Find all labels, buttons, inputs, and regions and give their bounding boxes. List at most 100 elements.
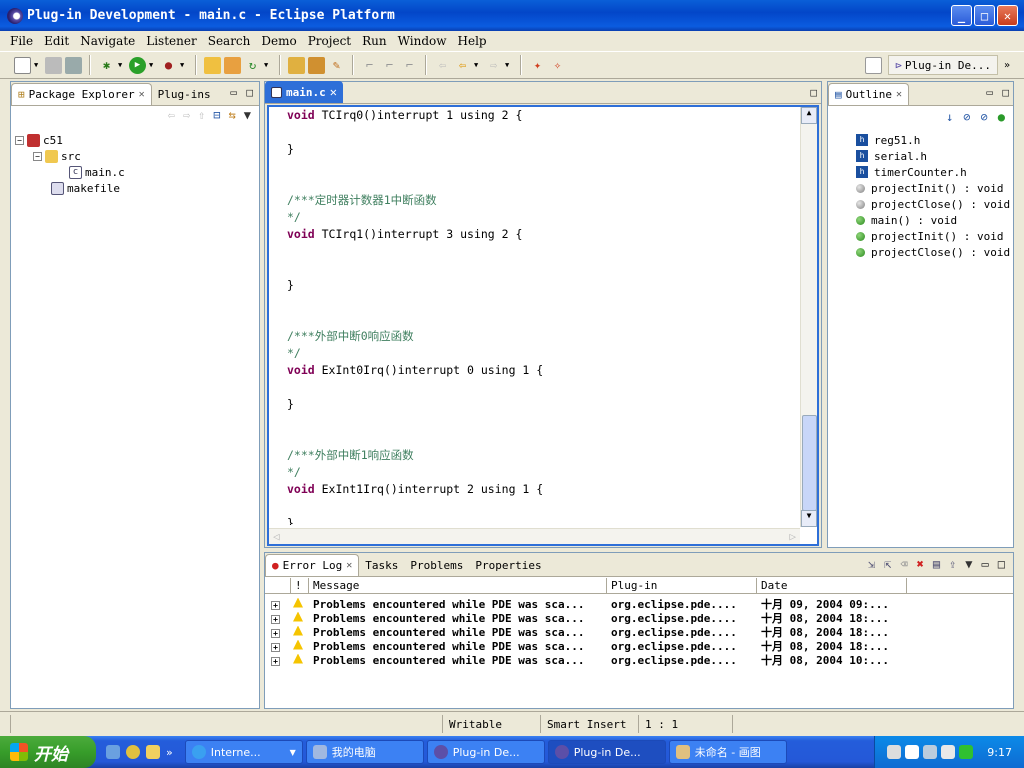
menu-search[interactable]: Search (203, 34, 257, 48)
external-tools-icon[interactable]: ● (160, 57, 177, 74)
outline-item[interactable]: projectInit() : void (856, 228, 1012, 244)
maximize-view-icon[interactable]: □ (1002, 86, 1009, 99)
antivirus-icon[interactable] (959, 745, 974, 759)
clear-log-icon[interactable]: ⌫ (900, 557, 907, 571)
menu-help[interactable]: Help (453, 34, 493, 48)
chevron-more-icon[interactable]: » (166, 746, 173, 759)
code-editor[interactable]: void TCIrq0()interrupt 1 using 2 {} /***定… (267, 105, 819, 546)
menu-listener[interactable]: Listener (141, 34, 202, 48)
outline-item[interactable]: projectClose() : void (856, 244, 1012, 260)
minimize-view-icon[interactable]: ▭ (982, 557, 989, 571)
open-type-icon[interactable] (288, 56, 305, 74)
tree-item-c51[interactable]: − c51 (15, 132, 255, 148)
tab-error-log[interactable]: ● Error Log ✕ (265, 554, 360, 576)
hide-nonpublic-icon[interactable]: ● (998, 110, 1005, 124)
scroll-left-icon[interactable]: ◁ (273, 530, 280, 543)
outline-item[interactable]: h serial.h (856, 148, 1012, 164)
dropdown-arrow-icon[interactable]: ▼ (264, 61, 272, 69)
delete-log-icon[interactable]: ✖ (917, 557, 924, 571)
tree-item-main-c[interactable]: c main.c (15, 164, 255, 180)
new-class-icon[interactable] (224, 56, 241, 74)
run-icon[interactable]: ▶ (129, 56, 146, 74)
new-plugin-project-icon[interactable] (204, 56, 221, 74)
outline-item[interactable]: main() : void (856, 212, 1012, 228)
dropdown-arrow-icon[interactable]: ▼ (474, 61, 482, 69)
table-row[interactable]: + Problems encountered while PDE was sca.… (265, 625, 1013, 639)
new-icon[interactable] (14, 56, 31, 74)
tree-item-makefile[interactable]: makefile (15, 180, 255, 196)
open-resource-icon[interactable] (308, 56, 325, 74)
column-message[interactable]: Message (309, 578, 607, 593)
refresh-icon[interactable]: ↻ (244, 57, 261, 74)
expand-icon[interactable]: + (265, 640, 291, 653)
minimize-view-icon[interactable]: ▭ (230, 86, 237, 99)
debug-icon[interactable]: ✱ (98, 57, 115, 74)
save-icon[interactable] (45, 56, 62, 74)
table-row[interactable]: + Problems encountered while PDE was sca.… (265, 653, 1013, 667)
collapse-icon[interactable]: − (33, 151, 42, 161)
maximize-view-icon[interactable]: □ (246, 86, 253, 99)
back-icon[interactable]: ⇦ (168, 108, 175, 122)
import-log-icon[interactable]: ⇱ (884, 557, 891, 571)
view-menu-icon[interactable]: ▼ (965, 557, 972, 571)
export-log-icon[interactable]: ⇲ (868, 557, 875, 571)
minimize-view-icon[interactable]: ▭ (986, 86, 993, 99)
expand-icon[interactable]: + (265, 626, 291, 639)
menu-project[interactable]: Project (303, 34, 357, 48)
dropdown-arrow-icon[interactable]: ▼ (118, 61, 126, 69)
scroll-thumb[interactable] (802, 415, 817, 511)
keyboard-icon[interactable] (887, 745, 902, 759)
tab-properties[interactable]: Properties (469, 554, 547, 576)
search-icon[interactable]: ✎ (328, 57, 345, 74)
menu-file[interactable]: File (5, 34, 39, 48)
maximize-view-icon[interactable]: □ (810, 86, 817, 99)
up-icon[interactable]: ⇧ (198, 108, 205, 122)
open-perspective-icon[interactable] (865, 56, 883, 74)
link-with-editor-icon[interactable]: ⇆ (229, 108, 236, 122)
dropdown-arrow-icon[interactable]: ▼ (180, 61, 188, 69)
outline-item[interactable]: h timerCounter.h (856, 164, 1012, 180)
help-icon[interactable] (905, 745, 920, 759)
scroll-right-icon[interactable]: ▷ (789, 530, 796, 543)
outline-item[interactable]: projectInit() : void (856, 180, 1012, 196)
tab-problems[interactable]: Problems (404, 554, 469, 576)
network-icon[interactable] (923, 745, 938, 759)
expand-icon[interactable]: + (265, 654, 291, 667)
start-button[interactable]: 开始 (0, 736, 96, 768)
listener-icon[interactable]: ✦ (529, 57, 546, 74)
menu-run[interactable]: Run (357, 34, 393, 48)
table-row[interactable]: + Problems encountered while PDE was sca.… (265, 597, 1013, 611)
column-severity[interactable]: ! (291, 578, 309, 593)
perspective-button[interactable]: ⊳ Plug-in De... (888, 55, 998, 75)
minimize-button[interactable]: _ (951, 5, 972, 26)
next-annotation-icon[interactable]: ⌐ (361, 57, 378, 74)
media-player-icon[interactable] (126, 745, 140, 759)
horizontal-scrollbar[interactable]: ◁ ▷ (269, 528, 800, 544)
task-eclipse-1[interactable]: Plug-in De... (426, 740, 545, 764)
open-log-icon[interactable]: ▤ (933, 557, 940, 571)
close-icon[interactable]: ✕ (346, 560, 352, 571)
tab-main-c[interactable]: main.c ✕ (265, 81, 343, 103)
maximize-view-icon[interactable]: □ (998, 557, 1005, 571)
close-icon[interactable]: ✕ (139, 89, 145, 100)
forward-icon[interactable]: ⇨ (183, 108, 190, 122)
close-icon[interactable]: ✕ (896, 89, 902, 100)
dropdown-arrow-icon[interactable]: ▼ (149, 61, 157, 69)
menu-demo[interactable]: Demo (256, 34, 302, 48)
volume-icon[interactable] (941, 745, 956, 759)
print-icon[interactable] (65, 56, 82, 74)
previous-annotation-icon[interactable]: ⌐ (381, 57, 398, 74)
task-my-computer[interactable]: 我的电脑 (305, 740, 424, 764)
close-icon[interactable]: ✕ (330, 85, 337, 99)
menu-navigate[interactable]: Navigate (75, 34, 141, 48)
collapse-icon[interactable]: − (15, 135, 24, 145)
back-icon[interactable]: ⇦ (454, 57, 471, 74)
show-desktop-icon[interactable] (106, 745, 120, 759)
tab-package-explorer[interactable]: ⊞ Package Explorer ✕ (11, 83, 152, 105)
tab-plugins[interactable]: Plug-ins (152, 83, 217, 105)
dropdown-arrow-icon[interactable]: ▼ (505, 61, 513, 69)
menu-edit[interactable]: Edit (39, 34, 75, 48)
outline-item[interactable]: projectClose() : void (856, 196, 1012, 212)
restore-log-icon[interactable]: ⇪ (949, 557, 956, 571)
task-paint[interactable]: 未命名 - 画图 (668, 740, 787, 764)
